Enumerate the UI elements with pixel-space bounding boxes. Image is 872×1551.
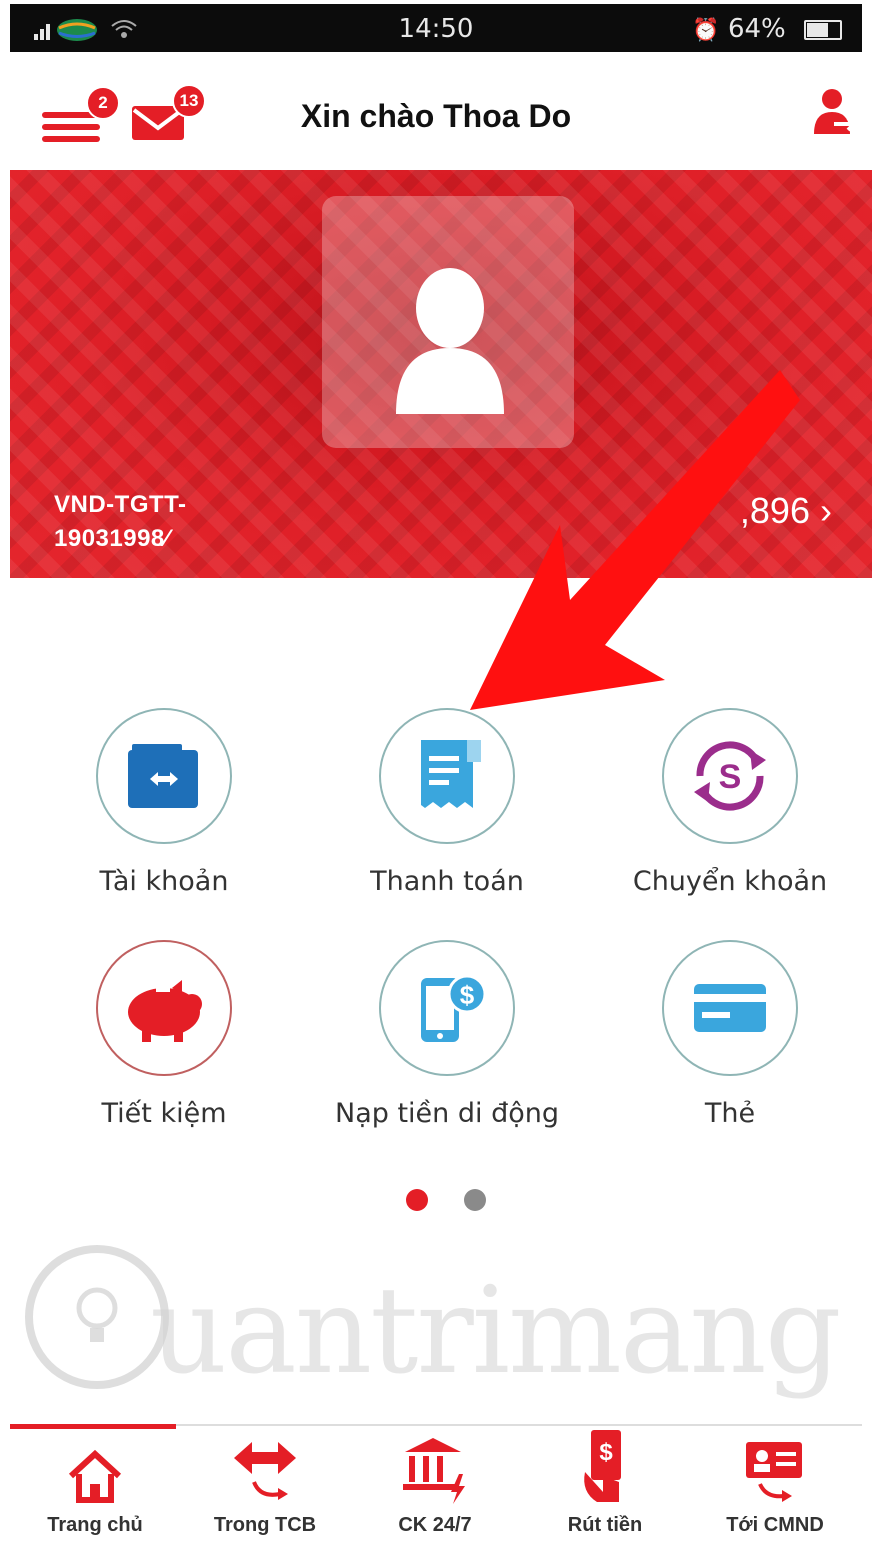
menu-payment[interactable]: Thanh toán — [327, 708, 567, 897]
savings-circle — [96, 940, 232, 1076]
nav-label: Tới CMND — [726, 1514, 824, 1536]
bank-fast-icon — [403, 1438, 465, 1504]
menu-label: Tiết kiệm — [101, 1098, 227, 1129]
payment-circle — [379, 708, 515, 844]
card-icon — [694, 984, 766, 1032]
internal-transfer-icon — [234, 1442, 296, 1500]
nav-label: CK 24/7 — [398, 1514, 472, 1536]
app-header: 2 13 Xin chào Thoa Do — [10, 52, 862, 172]
user-exit-icon — [814, 89, 857, 134]
nav-internal-transfer[interactable]: Trong TCB — [180, 1426, 350, 1537]
chevron-right-icon: › — [820, 490, 832, 531]
mobile-topup-icon: $ — [421, 974, 487, 1042]
menu-account[interactable]: Tài khoản — [44, 708, 284, 897]
bottom-nav: Trang chủ Trong TCB CK 24/7 $ Rút tiền T… — [10, 1424, 862, 1551]
nav-withdraw[interactable]: $ Rút tiền — [520, 1426, 690, 1537]
nav-label: Trong TCB — [213, 1514, 317, 1536]
menu-label: Tài khoản — [99, 866, 229, 897]
card-circle — [662, 940, 798, 1076]
menu-label: Thanh toán — [370, 866, 524, 897]
nav-label: Trang chủ — [47, 1514, 143, 1536]
menu-card[interactable]: Thẻ — [610, 940, 850, 1129]
menu-mobile-topup[interactable]: $ Nạp tiền di động — [327, 940, 567, 1129]
profile-button[interactable] — [810, 86, 858, 142]
topup-circle: $ — [379, 940, 515, 1076]
bill-icon — [421, 740, 481, 808]
menu-label: Chuyển khoản — [632, 866, 828, 897]
home-icon — [68, 1449, 122, 1503]
withdraw-icon: $ — [584, 1430, 621, 1502]
nav-label: Rút tiền — [567, 1514, 643, 1536]
battery-icon — [804, 19, 842, 40]
menu-transfer[interactable]: S Chuyển khoản — [610, 708, 850, 897]
menu-label: Nạp tiền di động — [335, 1098, 559, 1129]
annotation-arrow-icon — [470, 370, 800, 710]
account-number: VND-TGTT- 19031998⁄ — [54, 491, 187, 552]
menu-label: Thẻ — [704, 1098, 756, 1129]
account-circle — [96, 708, 232, 844]
nav-home[interactable]: Trang chủ — [10, 1426, 180, 1537]
greeting-title: Xin chào Thoa Do — [300, 98, 572, 134]
svg-text:$: $ — [460, 980, 475, 1010]
svg-text:S: S — [719, 758, 742, 796]
alarm-icon: ⏰ — [692, 18, 720, 43]
page-dot[interactable] — [464, 1189, 486, 1211]
transfer-dollar-icon: S — [694, 741, 766, 811]
battery-percent: 64% — [727, 14, 786, 44]
nav-fast-transfer[interactable]: CK 24/7 — [350, 1426, 520, 1537]
status-bar: 14:50 ⏰ 64% — [10, 4, 862, 52]
watermark-text: uantrimang — [150, 1262, 842, 1401]
transfer-circle: S — [662, 708, 798, 844]
wallet-icon — [128, 744, 198, 808]
svg-text:$: $ — [599, 1439, 613, 1466]
page-dot-active[interactable] — [406, 1189, 428, 1211]
id-card-icon — [746, 1442, 802, 1502]
battery-status: ⏰ 64% — [692, 14, 842, 44]
nav-to-id[interactable]: Tới CMND — [690, 1426, 860, 1537]
menu-savings[interactable]: Tiết kiệm — [44, 940, 284, 1129]
piggy-bank-icon — [128, 980, 202, 1042]
